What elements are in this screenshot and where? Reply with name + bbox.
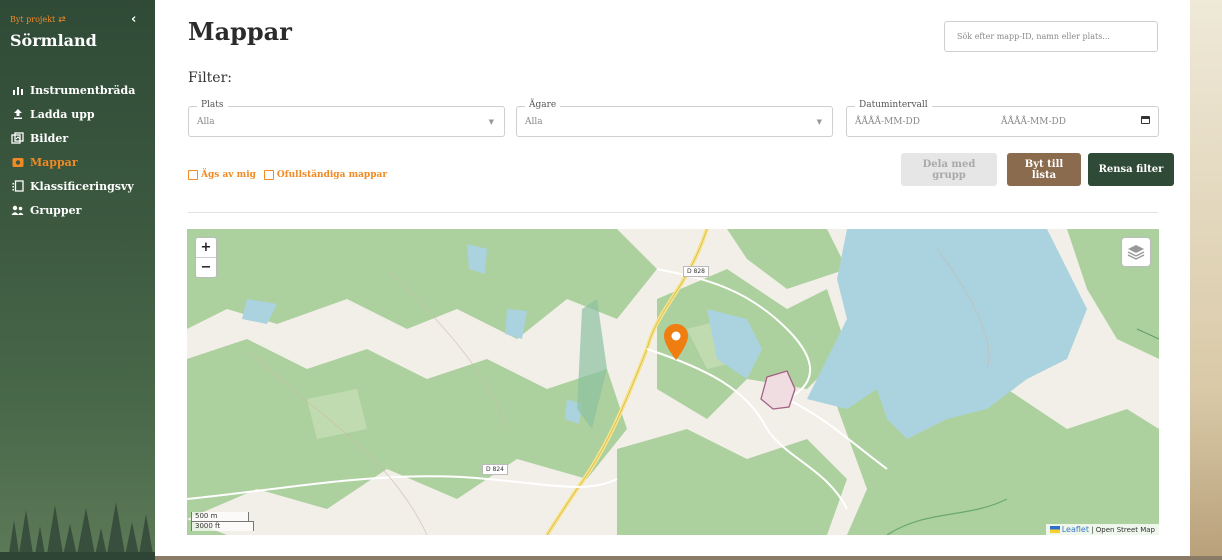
forest-silhouette-illustration	[0, 502, 155, 560]
swap-arrows-icon: ⇄	[58, 15, 66, 25]
place-select-value: Alla	[197, 117, 215, 127]
date-from-input[interactable]: ÅÅÅÅ-MM-DD	[855, 117, 920, 127]
background-strip-bottom	[155, 556, 1222, 560]
zoom-control: + −	[195, 237, 217, 278]
background-strip	[1190, 0, 1222, 560]
date-range-label: Datumintervall	[855, 100, 932, 110]
checkbox-box[interactable]	[263, 170, 274, 180]
sidebar-item-instrumentbrada[interactable]: Instrumentbräda	[0, 78, 155, 102]
collapse-sidebar-chevron-icon[interactable]: ‹	[131, 12, 136, 27]
sidebar: Byt projekt ⇄ ‹ Sörmland Instrumentbräda …	[0, 0, 155, 560]
checkbox-label: Ägs av mig	[201, 170, 256, 180]
sidebar-item-label: Instrumentbräda	[30, 83, 136, 97]
incomplete-folders-checkbox[interactable]: Ofullständiga mappar	[263, 170, 388, 180]
layers-icon	[1127, 245, 1145, 260]
search-input[interactable]	[944, 21, 1158, 52]
main-content: Mappar Filter: Plats Alla ▼ Ägare Alla ▼…	[155, 0, 1190, 556]
map-attribution: Leaflet | Open Street Map	[1045, 524, 1159, 535]
date-to-input[interactable]: ÅÅÅÅ-MM-DD	[1001, 117, 1066, 127]
map-view[interactable]: D 828 D 824 + − 500 m 3000 ft Leaflet | …	[187, 229, 1159, 535]
chevron-down-icon: ▼	[488, 118, 494, 126]
layers-button[interactable]	[1121, 237, 1151, 267]
sidebar-item-label: Klassificeringsvy	[30, 179, 134, 193]
leaflet-link[interactable]: Leaflet	[1062, 525, 1089, 534]
sidebar-item-mappar[interactable]: Mappar	[0, 150, 155, 174]
project-name: Sörmland	[10, 31, 97, 50]
owner-select-value: Alla	[525, 117, 543, 127]
map-scale: 500 m 3000 ft	[191, 512, 254, 531]
filter-heading: Filter:	[188, 70, 232, 86]
sidebar-item-bilder[interactable]: Bilder	[0, 126, 155, 150]
owner-select[interactable]: Ägare Alla ▼	[516, 100, 833, 137]
chevron-down-icon: ▼	[816, 118, 822, 126]
sidebar-item-klassificeringsvy[interactable]: Klassificeringsvy	[0, 174, 155, 198]
divider	[188, 212, 1158, 213]
clear-filter-button[interactable]: Rensa filter	[1088, 153, 1174, 186]
image-icon	[11, 132, 24, 145]
page-title: Mappar	[188, 17, 292, 46]
sidebar-item-label: Mappar	[30, 155, 78, 169]
switch-project-link[interactable]: Byt projekt ⇄	[10, 15, 66, 25]
group-icon	[11, 204, 24, 217]
switch-to-list-button[interactable]: Byt till lista	[1007, 153, 1081, 186]
checkbox-box[interactable]	[188, 170, 198, 180]
owner-select-label: Ägare	[525, 100, 561, 110]
switch-project-label: Byt projekt	[10, 15, 56, 24]
upload-icon	[11, 108, 24, 121]
share-with-group-button[interactable]: Dela med grupp	[901, 153, 997, 186]
zoom-out-button[interactable]: −	[196, 257, 216, 277]
sidebar-item-label: Bilder	[30, 131, 69, 145]
classify-icon	[11, 180, 24, 193]
date-range-field[interactable]: Datumintervall ÅÅÅÅ-MM-DD ÅÅÅÅ-MM-DD	[846, 100, 1159, 137]
place-select-label: Plats	[197, 100, 228, 110]
sidebar-nav: Instrumentbräda Ladda upp Bilder Mappar …	[0, 78, 155, 222]
checkbox-label: Ofullständiga mappar	[276, 170, 388, 180]
place-select[interactable]: Plats Alla ▼	[188, 100, 505, 137]
camera-icon	[11, 156, 24, 169]
ukraine-flag-icon	[1049, 526, 1060, 533]
road-label-d828: D 828	[683, 266, 709, 277]
location-pin-icon[interactable]	[664, 324, 688, 360]
calendar-icon[interactable]	[1141, 116, 1150, 124]
osm-attribution[interactable]: | Open Street Map	[1091, 526, 1155, 534]
scale-imperial: 3000 ft	[191, 521, 254, 531]
zoom-in-button[interactable]: +	[196, 238, 216, 257]
sidebar-item-ladda-upp[interactable]: Ladda upp	[0, 102, 155, 126]
bar-chart-icon	[11, 84, 24, 97]
sidebar-item-grupper[interactable]: Grupper	[0, 198, 155, 222]
sidebar-item-label: Grupper	[30, 203, 82, 217]
map-tiles[interactable]	[187, 229, 1159, 535]
owned-by-me-checkbox[interactable]: Ägs av mig	[188, 170, 256, 180]
filter-checkboxes: Ägs av mig Ofullständiga mappar	[188, 170, 387, 180]
sidebar-item-label: Ladda upp	[30, 107, 95, 121]
road-label-d824: D 824	[482, 464, 508, 475]
